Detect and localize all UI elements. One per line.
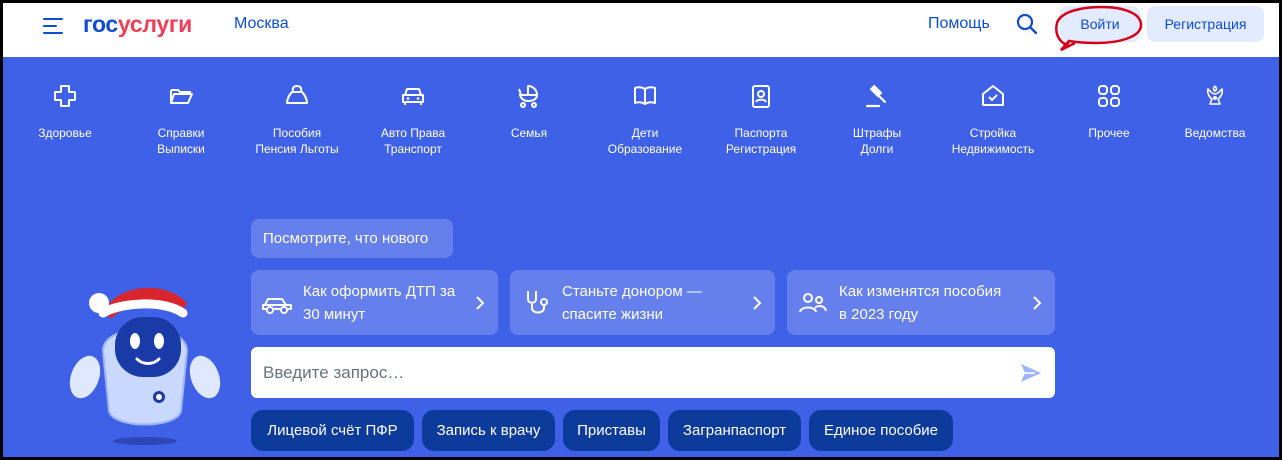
- login-button[interactable]: Войти: [1060, 6, 1140, 42]
- logo-part-1: гос: [83, 11, 118, 37]
- chip-pfr-account[interactable]: Лицевой счёт ПФР: [251, 410, 414, 451]
- menu-icon[interactable]: [43, 18, 65, 36]
- card-text: Как изменятся пособия в 2023 году: [839, 280, 1031, 326]
- gavel-icon: [865, 84, 887, 108]
- book-icon: [634, 86, 656, 105]
- passport-icon: [752, 85, 770, 108]
- folder-icon: [170, 89, 193, 104]
- chevron-right-icon: [753, 295, 762, 310]
- category-benefits[interactable]: Пособия Пенсия Льготы: [237, 83, 357, 157]
- chevron-right-icon: [1033, 295, 1042, 310]
- category-auto[interactable]: Авто Права Транспорт: [353, 83, 473, 157]
- category-fines[interactable]: Штрафы Долги: [817, 83, 937, 157]
- search-icon[interactable]: [1015, 12, 1039, 36]
- category-label: Семья: [510, 126, 548, 140]
- category-agencies[interactable]: Ведомства: [1155, 83, 1275, 141]
- chevron-right-icon: [476, 295, 485, 310]
- stethoscope-icon: [527, 290, 548, 313]
- top-header: госуслуги Москва Помощь Войти Регистраци…: [3, 3, 1279, 57]
- car-icon: [402, 88, 424, 105]
- chip-bailiffs[interactable]: Приставы: [563, 410, 660, 451]
- chip-doctor-appointment[interactable]: Запись к врачу: [422, 410, 555, 451]
- category-label: Стройка: [969, 126, 1017, 140]
- city-selector[interactable]: Москва: [234, 15, 289, 33]
- page: госуслуги Москва Помощь Войти Регистраци…: [3, 3, 1279, 457]
- category-sublabel: Транспорт: [384, 142, 442, 156]
- category-sublabel: Пенсия Льготы: [255, 142, 339, 156]
- category-sublabel: Выписки: [157, 142, 205, 156]
- category-label: Пособия: [272, 126, 322, 140]
- card-donor[interactable]: Станьте донором — спасите жизни: [510, 270, 775, 335]
- moneybag-icon: [286, 85, 308, 104]
- card-line-1: Станьте донором —: [562, 282, 702, 300]
- search-input[interactable]: [263, 362, 1003, 383]
- robot-mascot-image: [69, 287, 221, 445]
- category-children[interactable]: Дети Образование: [585, 83, 705, 157]
- card-text: Станьте донором — спасите жизни: [562, 280, 751, 326]
- category-label: Здоровье: [38, 126, 92, 140]
- category-family[interactable]: Семья: [469, 83, 589, 141]
- category-label: Штрафы: [852, 126, 902, 140]
- plus-icon: [54, 85, 76, 107]
- send-icon[interactable]: [1019, 361, 1043, 385]
- logo[interactable]: госуслуги: [83, 11, 192, 38]
- category-sublabel: Регистрация: [725, 142, 797, 156]
- whats-new-button[interactable]: Посмотрите, что нового: [251, 219, 453, 258]
- people-icon: [799, 292, 827, 312]
- house-icon: [982, 85, 1004, 106]
- card-line-2: в 2023 году: [839, 305, 919, 323]
- category-label: Авто Права: [380, 126, 446, 140]
- category-realty[interactable]: Стройка Недвижимость: [933, 83, 1053, 157]
- category-health[interactable]: Здоровье: [5, 83, 125, 141]
- search-bar: [251, 347, 1055, 398]
- category-label: Ведомства: [1184, 126, 1246, 140]
- category-certificates[interactable]: Справки Выписки: [121, 83, 241, 157]
- register-button[interactable]: Регистрация: [1147, 6, 1264, 42]
- emblem-icon: [1206, 85, 1224, 105]
- category-passports[interactable]: Паспорта Регистрация: [701, 83, 821, 157]
- logo-part-2: услуги: [117, 11, 192, 37]
- category-label: Справки: [157, 126, 205, 140]
- card-line-2: 30 минут: [303, 305, 366, 323]
- chip-foreign-passport[interactable]: Загранпаспорт: [668, 410, 801, 451]
- card-benefits-2023[interactable]: Как изменятся пособия в 2023 году: [787, 270, 1055, 335]
- card-accident[interactable]: Как оформить ДТП за 30 минут: [251, 270, 498, 335]
- car-icon: [262, 297, 292, 314]
- category-sublabel: Образование: [607, 142, 683, 156]
- chip-unified-benefit[interactable]: Единое пособие: [809, 410, 953, 451]
- help-link[interactable]: Помощь: [928, 15, 990, 33]
- category-label: Прочее: [1088, 126, 1130, 140]
- category-other[interactable]: Прочее: [1049, 83, 1169, 141]
- card-line-1: Как изменятся пособия: [839, 282, 1002, 300]
- category-sublabel: Долги: [860, 142, 894, 156]
- stroller-icon: [518, 85, 538, 108]
- card-text: Как оформить ДТП за 30 минут: [303, 280, 474, 326]
- category-sublabel: Недвижимость: [951, 142, 1035, 156]
- card-line-1: Как оформить ДТП за: [303, 282, 456, 300]
- grid-icon: [1098, 85, 1120, 107]
- category-label: Дети: [631, 126, 659, 140]
- card-line-2: спасите жизни: [562, 305, 664, 323]
- category-label: Паспорта: [734, 126, 788, 140]
